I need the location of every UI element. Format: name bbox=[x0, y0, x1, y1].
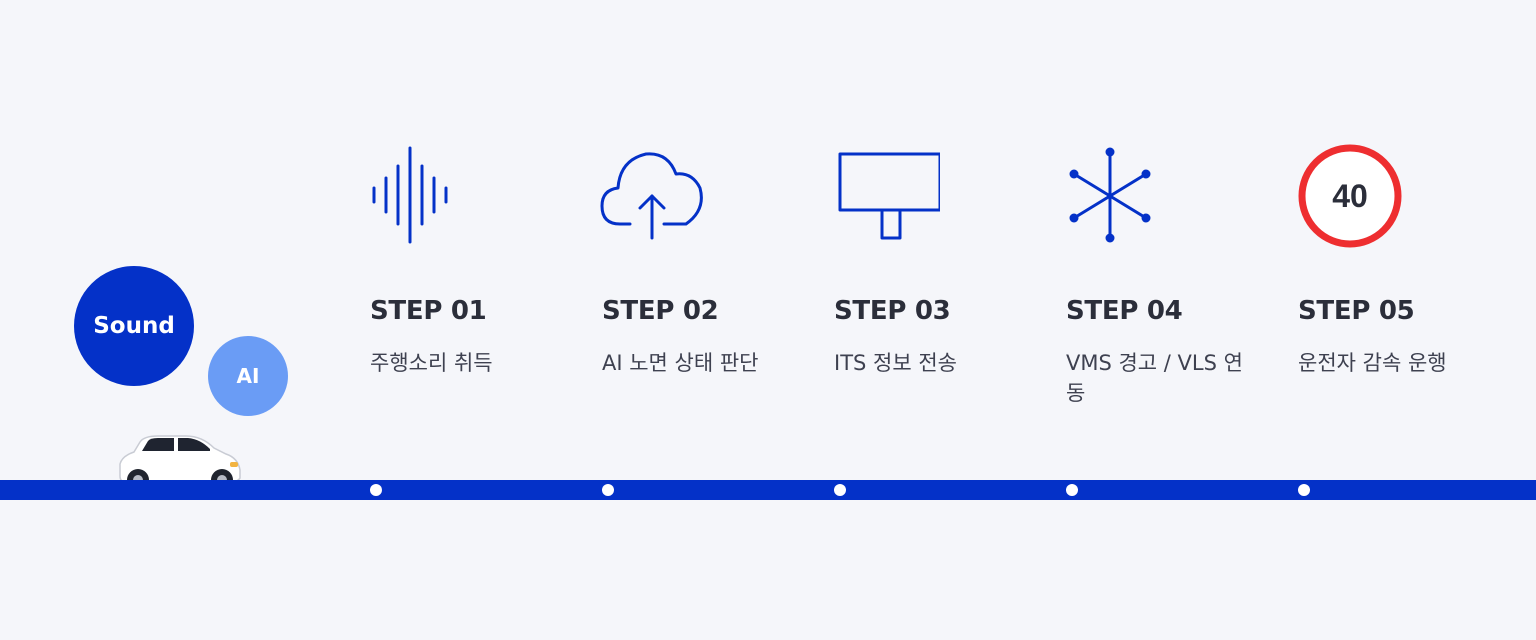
snowflake-icon bbox=[1069, 147, 1151, 243]
step-description: AI 노면 상태 판단 bbox=[602, 351, 759, 375]
step-01: STEP 01 주행소리 취득 bbox=[370, 140, 570, 375]
step-description: ITS 정보 전송 bbox=[834, 351, 957, 375]
ai-bubble: AI bbox=[208, 336, 288, 416]
step-label: STEP 01 bbox=[370, 296, 487, 326]
monitor-icon bbox=[838, 152, 942, 240]
step-description: 주행소리 취득 bbox=[370, 351, 493, 375]
step-label: STEP 02 bbox=[602, 296, 719, 326]
timeline-dot bbox=[834, 484, 846, 496]
step-02: STEP 02 AI 노면 상태 판단 bbox=[600, 140, 802, 375]
timeline-dot bbox=[1298, 484, 1310, 496]
step-description: VMS 경고 / VLS 연동 bbox=[1066, 351, 1243, 405]
step-label: STEP 03 bbox=[834, 296, 951, 326]
timeline-dot bbox=[1066, 484, 1078, 496]
step-04: STEP 04 VMS 경고 / VLS 연동 bbox=[1066, 140, 1266, 405]
speed-limit-value: 40 bbox=[1332, 178, 1368, 214]
timeline-dot bbox=[370, 484, 382, 496]
cloud-upload-icon bbox=[600, 152, 703, 240]
step-label: STEP 05 bbox=[1298, 296, 1415, 326]
speed-limit-sign-icon: 40 bbox=[1298, 144, 1402, 248]
step-05: 40 STEP 05 운전자 감속 운행 bbox=[1298, 140, 1498, 375]
sound-wave-icon bbox=[372, 146, 448, 244]
step-03: STEP 03 ITS 정보 전송 bbox=[834, 140, 1034, 375]
step-description: 운전자 감속 운행 bbox=[1298, 351, 1447, 375]
timeline-dot bbox=[602, 484, 614, 496]
sound-bubble: Sound bbox=[74, 266, 194, 386]
step-label: STEP 04 bbox=[1066, 296, 1183, 326]
